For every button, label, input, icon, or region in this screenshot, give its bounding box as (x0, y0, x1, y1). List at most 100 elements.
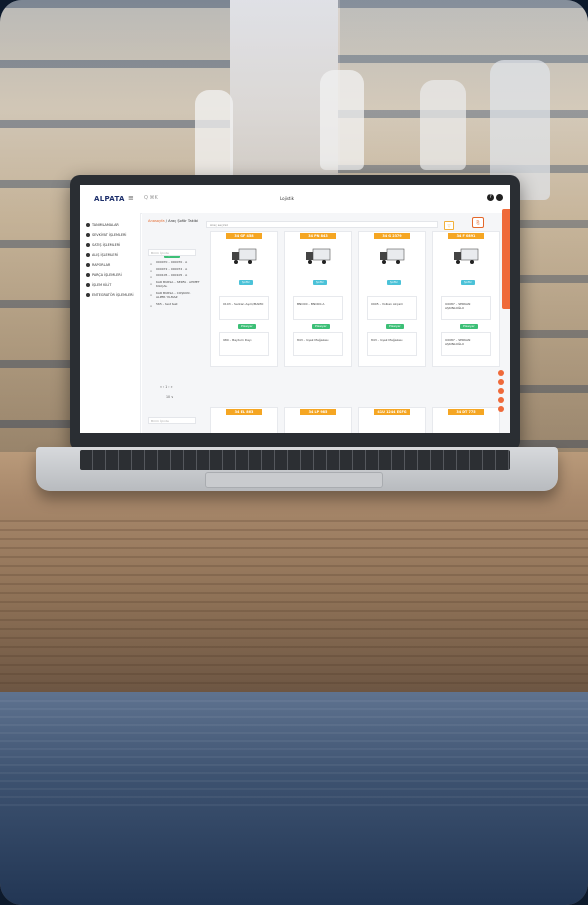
laptop-keyboard (80, 450, 510, 470)
vehicle-card[interactable]: 34 F 0891 Şoför U0087 – SERKAN AŞKINLOĞL… (432, 231, 500, 367)
user-avatar-icon[interactable] (496, 194, 503, 201)
bullet-icon: A (150, 282, 153, 287)
license-plate: 41U 1244 ESFG (374, 409, 410, 415)
grid-icon[interactable] (498, 406, 504, 412)
menu-dot-icon (86, 272, 90, 277)
alpata-logo: ALPATA (94, 195, 125, 203)
list-item[interactable]: A 565 – test test (148, 301, 200, 308)
list-item[interactable]: A KAR BURSA – SERFA · AHMET KILIÇAL (148, 280, 200, 288)
license-plate: 34 PN 843 (300, 233, 336, 239)
sidebar-item-label: SEVKİYAT İŞLEMLERİ (92, 232, 127, 237)
menu-dot-icon (86, 252, 90, 257)
list-item[interactable]: A 000072 – 000072 · A (148, 266, 200, 273)
driver-box: 0103 – Serkan Aşım/MAMO (219, 296, 269, 320)
sidebar-item[interactable]: SEVKİYAT İŞLEMLERİ (86, 231, 138, 238)
driver-tag: Şoför (461, 280, 475, 285)
sidebar-item-label: SATIŞ İŞLEMLERİ (92, 242, 121, 247)
plasiyer-box: 980 – Baytum Dayı (219, 332, 269, 356)
quick-actions-rail[interactable] (502, 209, 510, 309)
plasiyer-tag: Plasiyer (312, 324, 330, 329)
license-plate: 34 F 0891 (448, 233, 484, 239)
sidebar-item-label: PARÇA İŞLEMLERİ (92, 272, 122, 277)
pagination-label: « ‹ 1 › » (160, 385, 173, 389)
plasiyer-tag: Plasiyer (386, 324, 404, 329)
list-item-label: 000072 – 000072 · A (156, 266, 188, 271)
sidebar-item[interactable]: SATIŞ İŞLEMLERİ (86, 241, 138, 248)
list-item[interactable]: A 000105 – 000105 · A (148, 273, 200, 279)
export-document-icon[interactable]: ⎘ (472, 217, 484, 228)
pagination[interactable]: « ‹ 1 › » (160, 385, 173, 389)
user-icon[interactable] (498, 379, 504, 385)
breadcrumb: Anasayfa / Araç Şoför Takibi (148, 219, 198, 223)
list-item-label: 000070 – 000070 · A (156, 260, 188, 264)
truck-icon (306, 248, 331, 264)
vehicle-card[interactable]: 34 EL 863 (210, 407, 278, 433)
vehicle-card[interactable]: 34 DT 775 (432, 407, 500, 433)
laptop-trackpad (205, 472, 383, 488)
table-front-grain (0, 700, 588, 810)
sidebar-item[interactable]: PARÇA İŞLEMLERİ (86, 271, 138, 278)
license-plate: 34 DT 775 (448, 409, 484, 415)
sidebar-item[interactable]: ALIŞ İŞLEMLERİ (86, 251, 138, 258)
menu-dot-icon (86, 282, 90, 287)
breadcrumb-home[interactable]: Anasayfa (148, 219, 165, 223)
bullet-icon: A (150, 262, 153, 266)
sidebar-item[interactable]: İŞLEM KİLİT (86, 281, 138, 288)
menu-dot-icon (86, 242, 90, 247)
license-plate: 34 LP 985 (300, 409, 336, 415)
plasiyer-tag: Plasiyer (460, 324, 478, 329)
plasiyer-box: U0087 – SERKAN AŞKINLOĞLU (441, 332, 491, 356)
sidebar-item[interactable]: RAPORLAR (86, 261, 138, 268)
filter-icon[interactable]: ▽ (444, 221, 454, 230)
bullet-icon: A (150, 268, 153, 273)
sidebar-item[interactable]: TANIMLAMALAR (86, 221, 138, 228)
main-content: Anasayfa / Araç Şoför Takibi ⎘ Şoför Bir… (142, 213, 510, 433)
vehicle-card[interactable]: 34 GF 458 Şoför 0103 – Serkan Aşım/MAMO … (210, 231, 278, 367)
sidebar-item-label: ENTEGRATÖR İŞLEMLERİ (92, 292, 134, 297)
notification-icon[interactable] (498, 370, 504, 376)
worker-figure (195, 90, 233, 180)
breadcrumb-current: Araç Şoför Takibi (168, 219, 199, 223)
worker-figure (420, 80, 466, 170)
list-item-label: 565 – test test (156, 301, 178, 306)
vehicle-card[interactable]: 34 PN 843 Şoför BNO00 – BNO00.A Plasiyer… (284, 231, 352, 367)
menu-dot-icon (86, 292, 90, 297)
bullet-icon: A (150, 303, 153, 308)
menu-dot-icon (86, 232, 90, 237)
plasiyer-box: 843 – Uşak Mağazası (367, 332, 417, 356)
worker-figure (320, 70, 364, 170)
plasiyer-search-input[interactable]: Birim İçinde (148, 417, 196, 424)
page-size-select[interactable]: 10 ∨ (166, 395, 173, 399)
help-icon[interactable]: ? (487, 194, 494, 201)
list-item-label: 000105 – 000105 · A (156, 273, 188, 278)
menu-dot-icon (86, 262, 90, 267)
panel-search-input[interactable]: Birim İçinde (148, 249, 196, 256)
truck-icon (454, 248, 479, 264)
chat-icon[interactable] (498, 388, 504, 394)
vehicle-select[interactable]: Araç seçiniz (206, 221, 438, 228)
driver-tag: Şoför (387, 280, 401, 285)
hamburger-menu-icon[interactable]: ≡ (128, 194, 134, 202)
driver-tag: Şoför (239, 280, 253, 285)
bullet-icon: A (150, 293, 153, 298)
search-icon[interactable]: Q ⌘K (144, 195, 158, 201)
list-item[interactable]: A 000070 – 000070 · A (148, 260, 200, 266)
laptop-screen: ALPATA ≡ Q ⌘K Lojistik ? TANIMLAMALAR SE… (80, 185, 510, 433)
license-plate: 34 G 2379 (374, 233, 410, 239)
vehicle-card[interactable]: 34 G 2379 Şoför 0905 – Volkan Akçam Plas… (358, 231, 426, 367)
license-plate: 34 GF 458 (226, 233, 262, 239)
table-grain (0, 520, 588, 690)
driver-box: BNO00 – BNO00.A (293, 296, 343, 320)
page-size-value: 10 ∨ (166, 395, 174, 399)
vehicle-card[interactable]: 34 LP 985 (284, 407, 352, 433)
list-item[interactable]: A KAR BURSA – COŞKUN · ALPER YILMAZ (148, 291, 200, 299)
vehicle-card[interactable]: 41U 1244 ESFG (358, 407, 426, 433)
sidebar-item-label: ALIŞ İŞLEMLERİ (92, 252, 118, 257)
list-item-label: KAR BURSA – COŞKUN · ALPER YILMAZ (156, 291, 192, 300)
sidebar: TANIMLAMALAR SEVKİYAT İŞLEMLERİ SATIŞ İŞ… (80, 213, 141, 433)
left-filter-panel: Şoför Birim İçinde A000070 – 000070 · A … (148, 235, 200, 433)
plasiyer-tag: Plasiyer (238, 324, 256, 329)
settings-icon[interactable] (498, 397, 504, 403)
driver-list: A 000070 – 000070 · A A 000072 – 000072 · … (148, 260, 200, 309)
sidebar-item[interactable]: ENTEGRATÖR İŞLEMLERİ (86, 291, 138, 298)
